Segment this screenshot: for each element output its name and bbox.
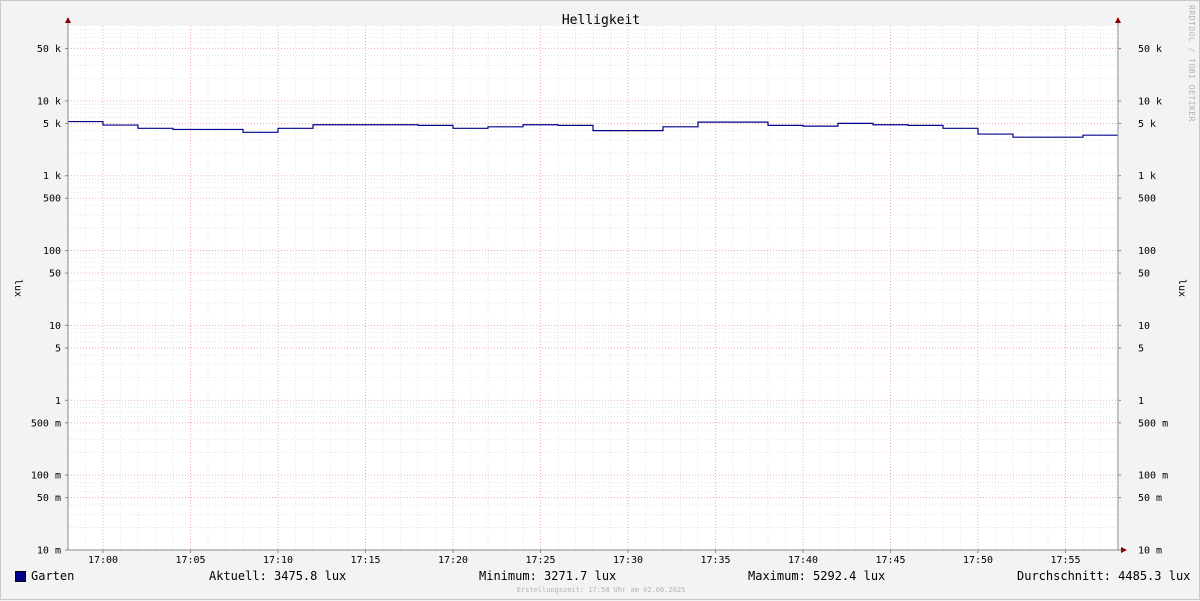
y-tick-label-left: 500 [43, 194, 61, 205]
y-axis-arrow-left [65, 17, 71, 23]
y-tick-label-right: 10 k [1138, 96, 1162, 107]
y-tick-label-left: 100 m [31, 471, 61, 482]
y-tick-label-right: 1 k [1138, 171, 1156, 182]
x-axis-arrow [1121, 547, 1127, 553]
y-tick-label-left: 10 m [37, 546, 61, 557]
y-axis-arrow-right [1115, 17, 1121, 23]
x-tick-label: 17:15 [350, 555, 380, 566]
y-axis-label-right: lux [1176, 279, 1187, 297]
y-tick-label-right: 50 m [1138, 493, 1162, 504]
x-tick-label: 17:55 [1050, 555, 1080, 566]
y-tick-label-right: 100 m [1138, 471, 1168, 482]
y-tick-label-right: 1 [1138, 396, 1144, 407]
x-tick-label: 17:35 [700, 555, 730, 566]
y-tick-label-left: 5 [55, 343, 61, 354]
y-tick-label-right: 500 m [1138, 418, 1168, 429]
x-tick-label: 17:05 [175, 555, 205, 566]
x-tick-label: 17:40 [788, 555, 818, 566]
legend-minimum: Minimum: 3271.7 lux [479, 569, 617, 583]
y-tick-label-right: 10 [1138, 321, 1150, 332]
x-tick-label: 17:50 [963, 555, 993, 566]
y-tick-label-right: 50 k [1138, 44, 1162, 55]
x-tick-label: 17:45 [875, 555, 905, 566]
y-tick-label-right: 5 k [1138, 119, 1156, 130]
x-tick-label: 17:00 [88, 555, 118, 566]
chart-frame: 17:00 17:05 17:10 17:15 17:20 17:25 17:30 17:35… [0, 0, 1200, 600]
y-tick-label-left: 1 k [43, 171, 61, 182]
footer-timestamp: Erstellungszeit: 17:58 Uhr am 02.06.2025 [516, 586, 686, 594]
y-tick-label-right: 5 [1138, 343, 1144, 354]
legend-series-name: Garten [31, 569, 75, 583]
y-tick-label-right: 10 m [1138, 546, 1162, 557]
y-tick-label-left: 50 [49, 269, 61, 280]
legend-current: Aktuell: 3475.8 lux [209, 569, 347, 583]
legend-maximum: Maximum: 5292.4 lux [748, 569, 886, 583]
watermark: RRDTOOL / TOBI OETIKER [1187, 5, 1196, 122]
x-tick-label: 17:30 [613, 555, 643, 566]
y-tick-label-left: 50 k [37, 44, 61, 55]
chart-title: Helligkeit [562, 13, 640, 28]
x-tick-label: 17:10 [263, 555, 293, 566]
x-tick-label: 17:20 [438, 555, 468, 566]
y-tick-label-left: 500 m [31, 418, 61, 429]
chart-canvas: 17:00 17:05 17:10 17:15 17:20 17:25 17:30 17:35… [12, 13, 1187, 566]
y-tick-label-right: 100 [1138, 246, 1156, 257]
y-tick-label-right: 500 [1138, 194, 1156, 205]
x-tick-label: 17:25 [525, 555, 555, 566]
y-tick-label-right: 50 [1138, 269, 1150, 280]
y-tick-label-left: 10 k [37, 96, 61, 107]
y-tick-label-left: 100 [43, 246, 61, 257]
y-tick-label-left: 10 [49, 321, 61, 332]
y-tick-label-left: 1 [55, 396, 61, 407]
y-axis-label-left: lux [12, 279, 23, 297]
legend-swatch [15, 571, 26, 582]
y-tick-label-left: 5 k [43, 119, 61, 130]
y-tick-label-left: 50 m [37, 493, 61, 504]
legend-average: Durchschnitt: 4485.3 lux [1017, 569, 1191, 583]
